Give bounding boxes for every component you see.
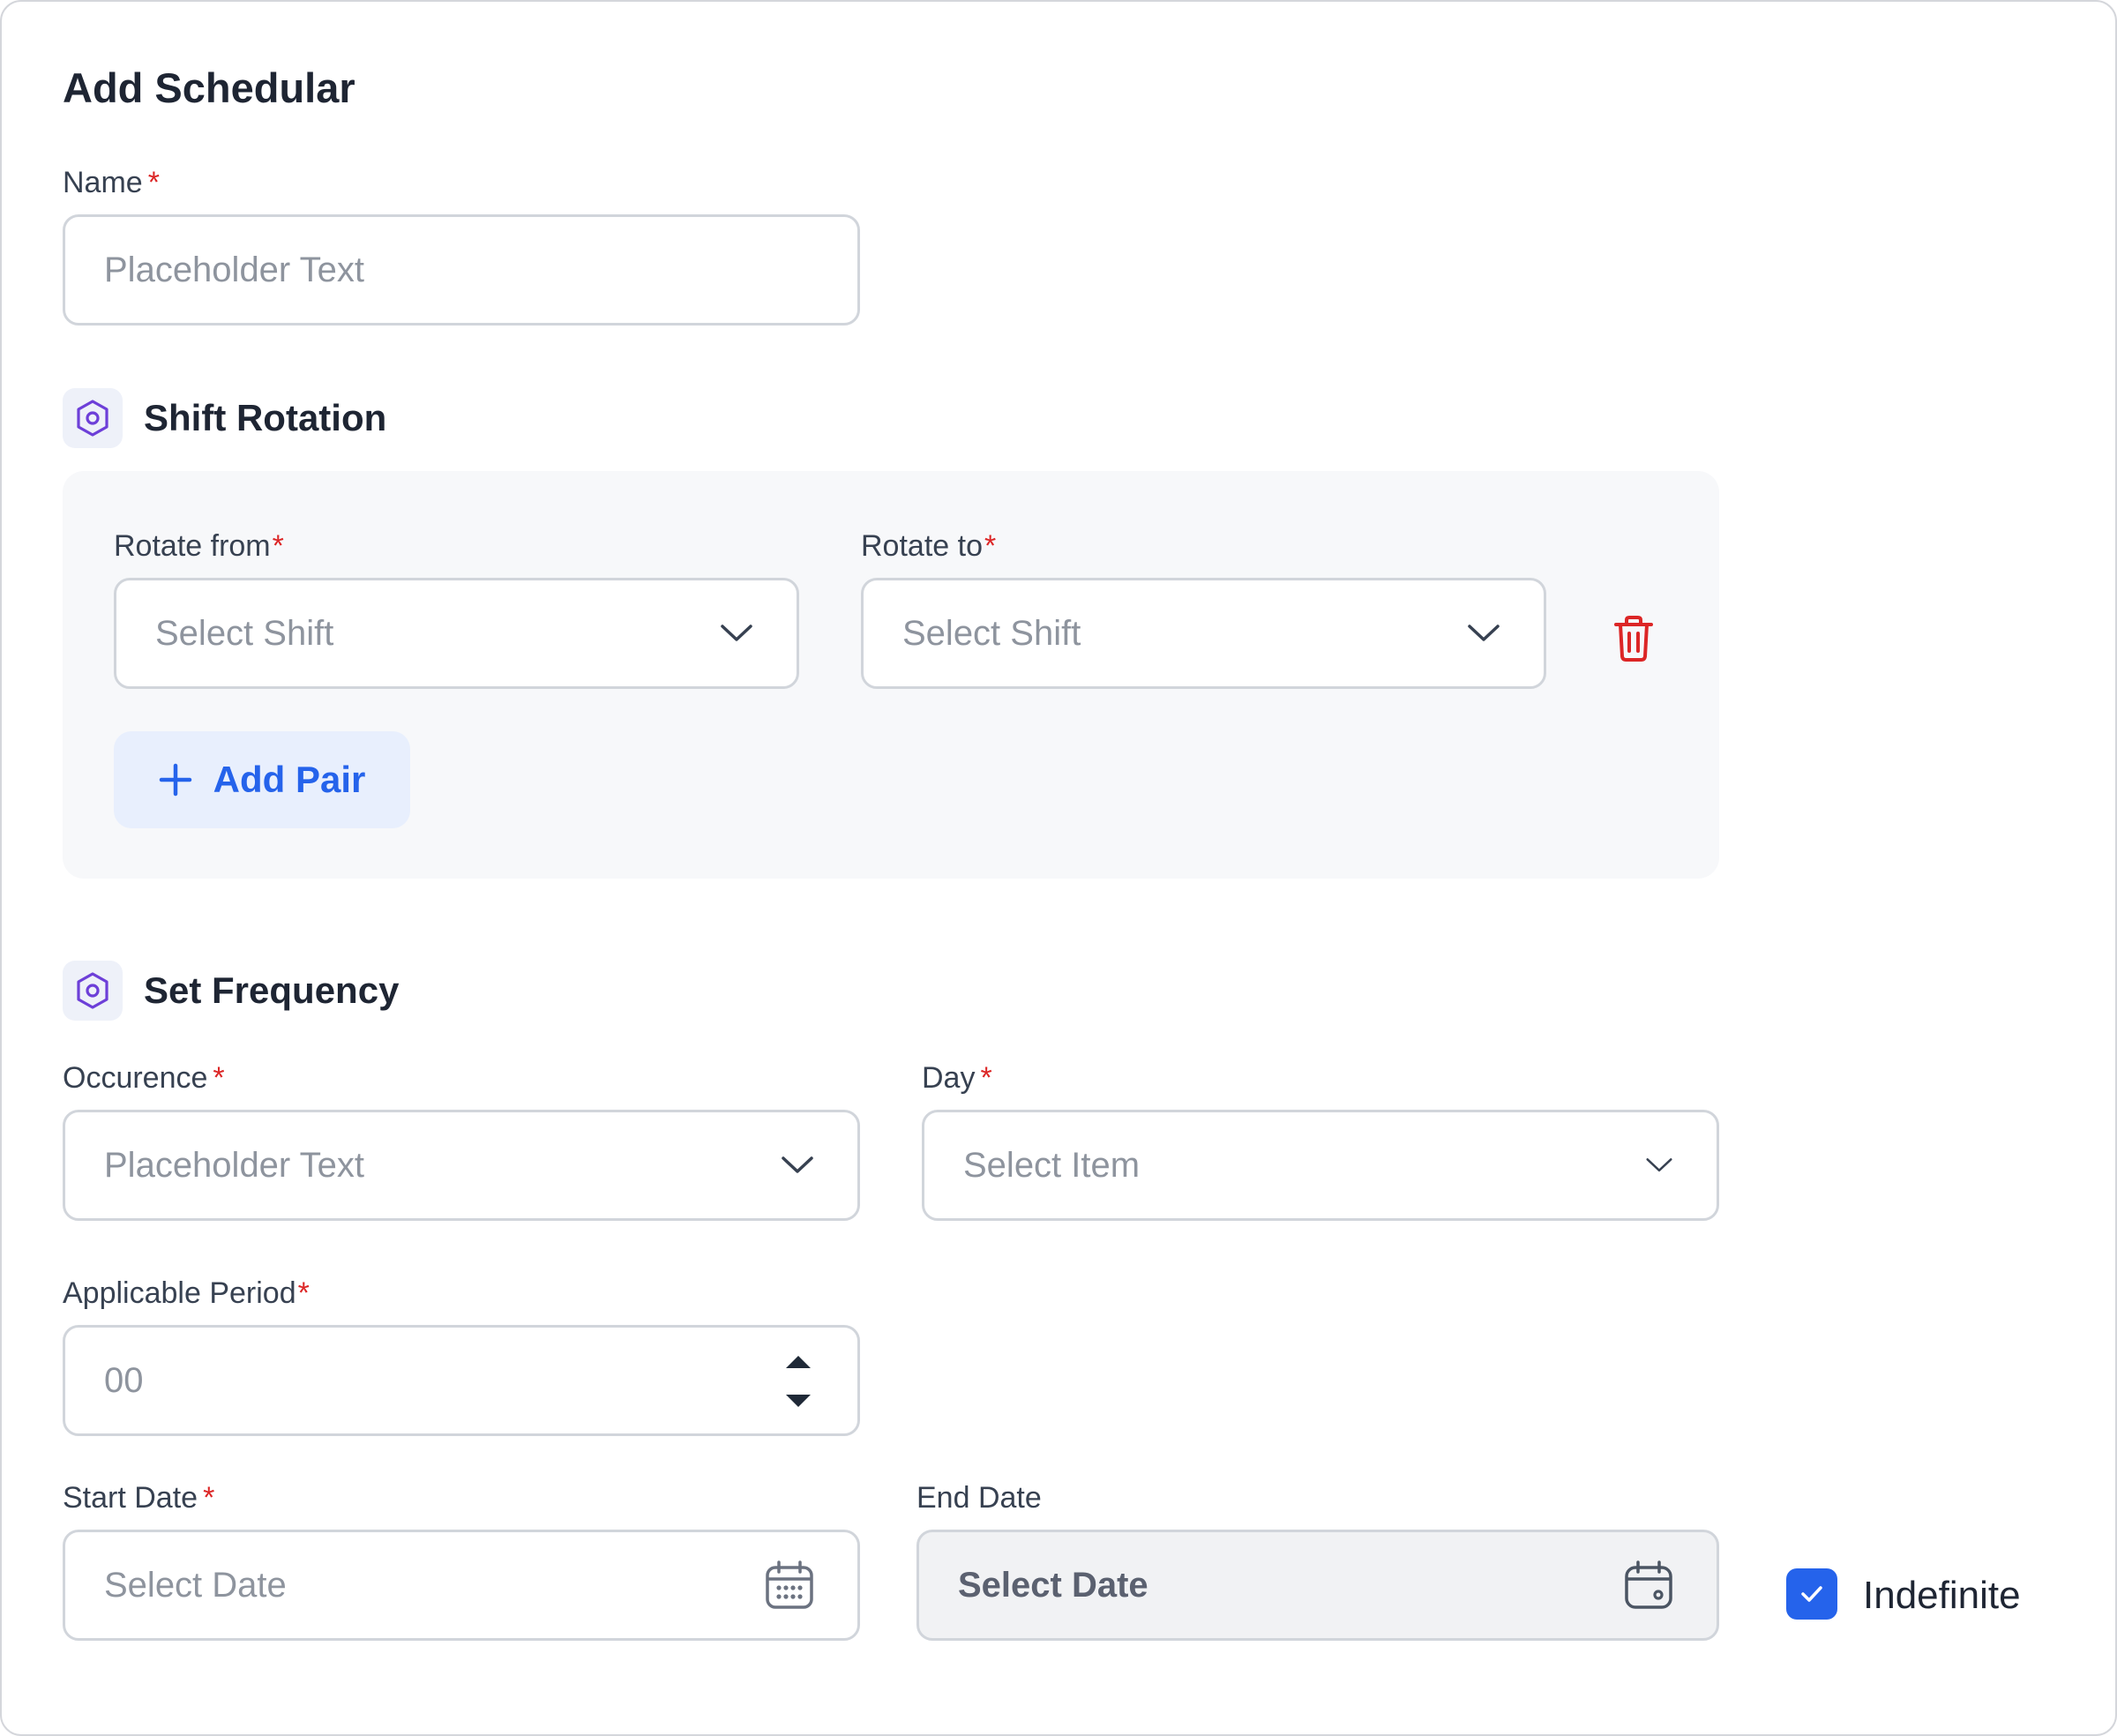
required-marker: *	[297, 1276, 310, 1310]
name-input[interactable]: Placeholder Text	[63, 214, 860, 326]
number-stepper[interactable]	[785, 1352, 812, 1410]
occurence-placeholder: Placeholder Text	[104, 1145, 364, 1185]
rotate-to-label: Rotate to*	[861, 529, 997, 563]
add-scheduler-card: Add Schedular Name * Placeholder Text Shi…	[0, 0, 2117, 1736]
end-date-label: End Date	[916, 1481, 1042, 1515]
plus-icon	[159, 763, 191, 797]
required-marker: *	[203, 1481, 215, 1515]
rotate-to-placeholder: Select Shift	[902, 613, 1081, 653]
rotate-from-label: Rotate from*	[114, 529, 284, 563]
indefinite-label: Indefinite	[1863, 1574, 2021, 1617]
add-pair-label: Add Pair	[213, 759, 366, 800]
calendar-icon[interactable]	[1623, 1560, 1674, 1611]
shift-rotation-title: Shift Rotation	[144, 397, 387, 438]
rotate-from-placeholder: Select Shift	[155, 613, 334, 653]
occurence-select[interactable]: Placeholder Text	[63, 1110, 860, 1221]
applicable-period-placeholder: 00	[104, 1360, 144, 1400]
indefinite-checkbox[interactable]	[1786, 1568, 1837, 1620]
chevron-down-icon	[721, 625, 752, 641]
trash-icon[interactable]	[1612, 614, 1655, 663]
day-label: Day *	[922, 1061, 992, 1095]
required-marker: *	[213, 1061, 225, 1095]
start-date-placeholder: Select Date	[104, 1565, 287, 1605]
required-marker: *	[980, 1061, 992, 1095]
applicable-period-label: Applicable Period*	[63, 1276, 310, 1310]
rotate-to-select[interactable]: Select Shift	[861, 578, 1546, 689]
required-marker: *	[984, 529, 997, 563]
hexagon-settings-icon	[63, 961, 123, 1021]
page-title: Add Schedular	[63, 64, 355, 111]
start-date-label: Start Date *	[63, 1481, 215, 1515]
chevron-down-icon	[1468, 625, 1500, 641]
checkmark-icon	[1801, 1586, 1822, 1602]
day-select[interactable]: Select Item	[922, 1110, 1719, 1221]
start-date-input[interactable]: Select Date	[63, 1530, 860, 1641]
occurence-label: Occurence *	[63, 1061, 225, 1095]
required-marker: *	[272, 529, 284, 563]
hexagon-settings-icon	[63, 388, 123, 448]
chevron-down-icon	[1646, 1158, 1672, 1172]
set-frequency-title: Set Frequency	[144, 969, 400, 1011]
shift-rotation-header: Shift Rotation	[63, 388, 386, 448]
name-label: Name *	[63, 166, 160, 199]
name-placeholder: Placeholder Text	[104, 250, 364, 289]
applicable-period-input[interactable]: 00	[63, 1325, 860, 1436]
calendar-icon[interactable]	[764, 1560, 815, 1611]
end-date-placeholder: Select Date	[958, 1565, 1148, 1605]
stepper-down-icon[interactable]	[786, 1395, 811, 1407]
stepper-up-icon[interactable]	[786, 1356, 811, 1368]
end-date-input[interactable]: Select Date	[916, 1530, 1719, 1641]
set-frequency-header: Set Frequency	[63, 961, 399, 1021]
add-pair-button[interactable]: Add Pair	[114, 731, 410, 828]
chevron-down-icon	[782, 1156, 813, 1173]
day-placeholder: Select Item	[963, 1145, 1141, 1185]
required-marker: *	[147, 166, 160, 199]
rotate-from-select[interactable]: Select Shift	[114, 578, 799, 689]
